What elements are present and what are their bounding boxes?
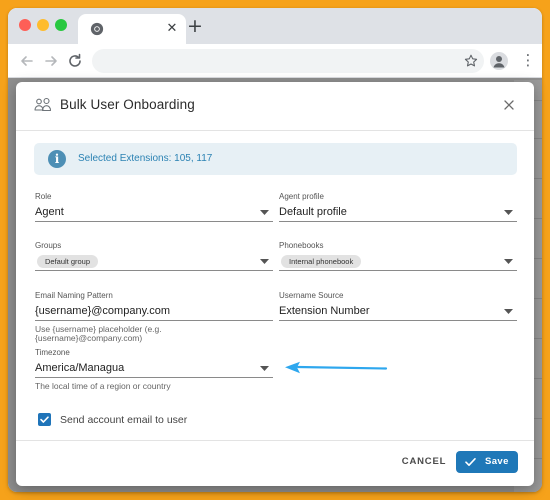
send-email-label: Send account email to user bbox=[60, 414, 188, 426]
selected-extensions-text: Selected Extensions: 105, 117 bbox=[78, 153, 213, 164]
send-email-checkbox-row[interactable]: Send account email to user bbox=[35, 411, 255, 429]
check-icon bbox=[40, 416, 49, 423]
info-banner: i Selected Extensions: 105, 117 bbox=[34, 143, 517, 175]
phonebook-chip[interactable]: Internal phonebook bbox=[281, 255, 362, 268]
bookmark-star-icon[interactable] bbox=[464, 54, 478, 68]
chevron-down-icon bbox=[260, 259, 269, 264]
browser-tab[interactable]: ✕ bbox=[78, 14, 186, 44]
role-select[interactable]: Agent bbox=[35, 203, 273, 222]
role-field: Role Agent bbox=[35, 192, 273, 223]
timezone-value: America/Managua bbox=[35, 362, 125, 374]
chevron-down-icon bbox=[504, 210, 513, 215]
agent-profile-label: Agent profile bbox=[279, 192, 324, 201]
window-minimize-button[interactable] bbox=[37, 19, 49, 31]
groups-label: Groups bbox=[35, 241, 62, 250]
new-tab-button[interactable]: + bbox=[184, 15, 206, 37]
annotation-arrow-icon bbox=[285, 361, 388, 374]
window-close-button[interactable] bbox=[19, 19, 31, 31]
save-button[interactable]: Save bbox=[456, 451, 518, 473]
chevron-down-icon bbox=[260, 366, 269, 371]
timezone-field: Timezone America/Managua The local time … bbox=[35, 348, 273, 393]
onboarding-dialog: Bulk User Onboarding i Selected Extensio… bbox=[16, 82, 534, 486]
chevron-down-icon bbox=[504, 259, 513, 264]
role-value: Agent bbox=[35, 206, 64, 218]
check-icon bbox=[465, 458, 476, 466]
role-label: Role bbox=[35, 192, 52, 201]
email-pattern-helper-line2: {username}@company.com) bbox=[35, 333, 143, 343]
username-source-select[interactable]: Extension Number bbox=[279, 302, 517, 321]
timezone-select[interactable]: America/Managua bbox=[35, 359, 273, 378]
reload-icon[interactable] bbox=[66, 52, 84, 70]
window-maximize-button[interactable] bbox=[55, 19, 67, 31]
phonebooks-select[interactable]: Internal phonebook bbox=[279, 252, 517, 271]
phonebooks-field: Phonebooks Internal phonebook bbox=[279, 241, 517, 272]
group-chip[interactable]: Default group bbox=[37, 255, 99, 268]
phonebooks-label: Phonebooks bbox=[279, 241, 324, 250]
close-icon[interactable] bbox=[502, 98, 516, 112]
dialog-header: Bulk User Onboarding bbox=[16, 82, 534, 130]
email-pattern-label: Email Naming Pattern bbox=[35, 291, 113, 300]
agent-profile-value: Default profile bbox=[279, 206, 347, 218]
footer-divider bbox=[16, 440, 534, 441]
send-email-checkbox[interactable] bbox=[38, 413, 51, 426]
save-label: Save bbox=[485, 456, 509, 467]
username-source-label: Username Source bbox=[279, 291, 344, 300]
groups-select[interactable]: Default group bbox=[35, 252, 273, 271]
tab-close-icon[interactable]: ✕ bbox=[164, 21, 180, 37]
profile-avatar-icon[interactable] bbox=[490, 52, 508, 70]
chrome-icon bbox=[90, 22, 104, 36]
info-icon: i bbox=[48, 150, 66, 168]
address-bar[interactable] bbox=[92, 49, 484, 73]
tab-strip: ✕ + bbox=[8, 8, 542, 44]
email-pattern-input[interactable]: {username}@company.com bbox=[35, 302, 273, 321]
email-pattern-value: {username}@company.com bbox=[35, 305, 171, 317]
back-icon[interactable] bbox=[18, 52, 36, 70]
timezone-label: Timezone bbox=[35, 348, 70, 357]
agent-profile-select[interactable]: Default profile bbox=[279, 203, 517, 222]
users-icon bbox=[34, 97, 52, 112]
browser-toolbar: ⋮ bbox=[8, 44, 542, 78]
agent-profile-field: Agent profile Default profile bbox=[279, 192, 517, 223]
username-source-value: Extension Number bbox=[279, 305, 370, 317]
dialog-title: Bulk User Onboarding bbox=[60, 97, 195, 112]
chevron-down-icon bbox=[504, 309, 513, 314]
email-pattern-field: Email Naming Pattern {username}@company.… bbox=[35, 291, 273, 343]
forward-icon[interactable] bbox=[42, 52, 60, 70]
timezone-helper: The local time of a region or country bbox=[35, 381, 171, 391]
browser-menu-icon[interactable]: ⋮ bbox=[520, 52, 536, 70]
cancel-button[interactable]: Cancel bbox=[399, 452, 449, 472]
chevron-down-icon bbox=[260, 210, 269, 215]
username-source-field: Username Source Extension Number bbox=[279, 291, 517, 322]
header-divider bbox=[16, 130, 534, 131]
groups-field: Groups Default group bbox=[35, 241, 273, 272]
